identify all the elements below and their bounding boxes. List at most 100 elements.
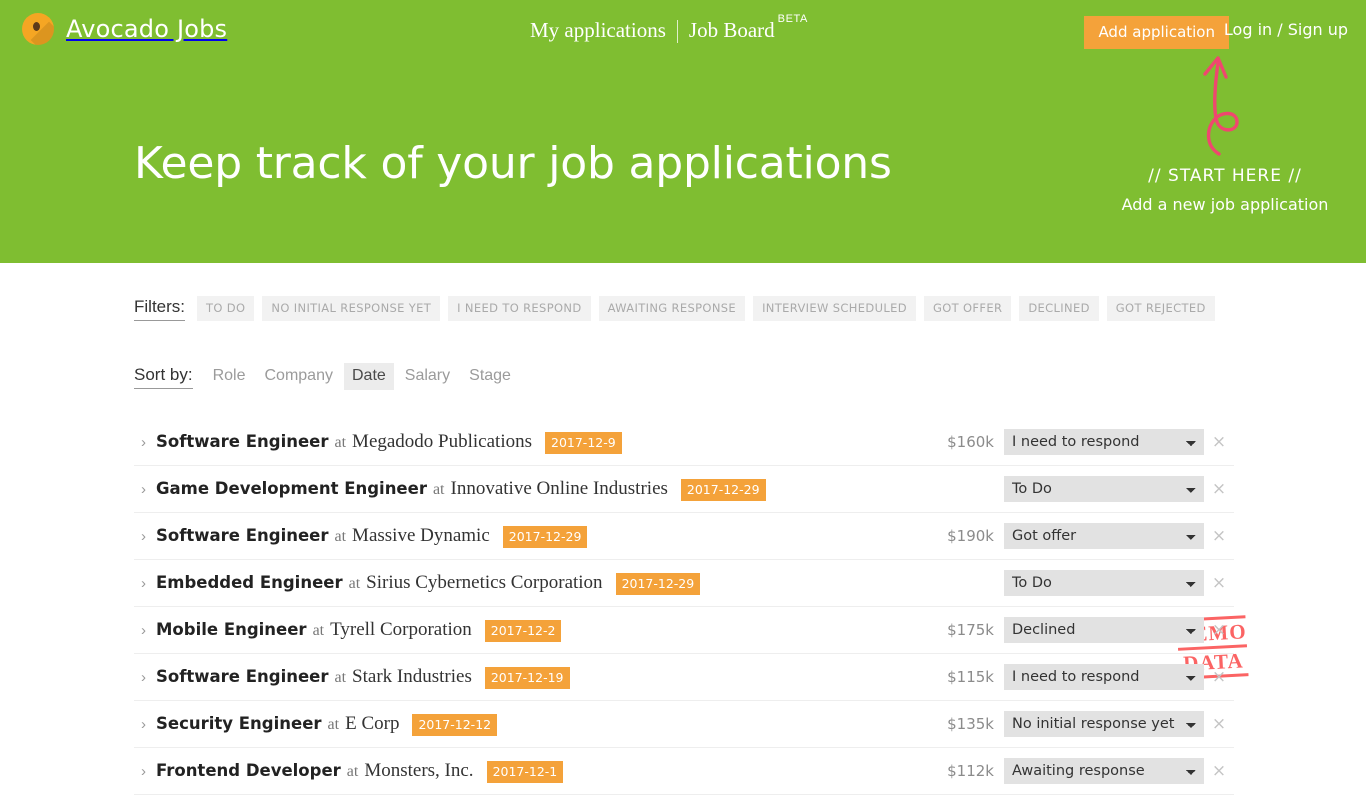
job-date-badge: 2017-12-9 [545,431,622,454]
job-date-badge: 2017-12-29 [502,525,588,548]
filter-chip[interactable]: GOT REJECTED [1106,296,1215,321]
filters-row: Filters: TO DO NO INITIAL RESPONSE YET I… [134,296,1223,321]
filter-chip[interactable]: DECLINED [1019,296,1099,321]
job-salary: $190k [947,527,994,545]
job-company: Tyrell Corporation [330,618,472,640]
job-summary[interactable]: Software Engineer at Megadodo Publications… [156,431,924,454]
job-summary[interactable]: Frontend Developer at Monsters, Inc. 2017-1… [156,760,924,783]
job-row: › Embedded Engineer at Sirius Cybernetics C… [134,560,1234,607]
job-summary[interactable]: Embedded Engineer at Sirius Cybernetics Co… [156,572,924,595]
job-salary: $115k [947,668,994,686]
brand-name: Avocado Jobs [66,15,228,43]
chevron-right-icon[interactable]: › [134,763,156,780]
sort-row: Sort by: Role Company Date Salary Stage [134,363,522,390]
job-at-word: at [334,668,347,686]
job-date-badge: 2017-12-29 [615,572,701,595]
filter-chip[interactable]: NO INITIAL RESPONSE YET [262,296,441,321]
sort-option-role[interactable]: Role [205,363,254,390]
job-at-word: at [327,715,340,733]
nav-divider [676,20,678,43]
job-summary[interactable]: Security Engineer at E Corp 2017-12-12 [156,713,924,736]
page-title: Keep track of your job applications [134,138,892,189]
filters-label: Filters: [134,297,185,321]
chevron-right-icon[interactable]: › [134,434,156,451]
job-company: Stark Industries [352,665,472,687]
close-icon[interactable]: × [1204,761,1234,781]
job-date-badge: 2017-12-2 [484,619,562,642]
job-row: › Software Engineer at Megadodo Publication… [134,419,1234,466]
chevron-right-icon[interactable]: › [134,575,156,592]
chevron-right-icon[interactable]: › [134,481,156,498]
filter-chip[interactable]: AWAITING RESPONSE [598,296,746,321]
sort-option-company[interactable]: Company [257,363,341,390]
job-date-badge: 2017-12-19 [484,666,570,689]
job-row: › Software Engineer at Massive Dynamic 2017-… [134,513,1234,560]
filter-chip[interactable]: GOT OFFER [923,296,1012,321]
filter-chip[interactable]: TO DO [197,296,255,321]
filter-chip[interactable]: INTERVIEW SCHEDULED [753,296,916,321]
nav-job-board[interactable]: Job Board BETA [688,13,808,43]
job-company: Massive Dynamic [352,524,490,546]
close-icon[interactable]: × [1204,526,1234,546]
close-icon[interactable]: × [1204,620,1234,640]
brand-logo-link[interactable]: Avocado Jobs [22,13,227,45]
close-icon[interactable]: × [1204,667,1234,687]
job-company: Monsters, Inc. [364,759,474,781]
job-company: Sirius Cybernetics Corporation [366,571,603,593]
job-status-select[interactable]: To DoNo initial response yetI need to re… [1004,711,1204,737]
sort-option-date[interactable]: Date [343,363,394,390]
job-status-select[interactable]: To DoNo initial response yetI need to re… [1004,664,1204,690]
job-summary[interactable]: Mobile Engineer at Tyrell Corporation 2017-… [156,619,924,642]
job-status-select[interactable]: To DoNo initial response yetI need to re… [1004,570,1204,596]
job-salary: $135k [947,715,994,733]
avocado-icon [22,13,54,45]
job-company: Megadodo Publications [352,430,532,452]
job-date-badge: 2017-12-29 [680,478,766,501]
chevron-right-icon[interactable]: › [134,622,156,639]
job-summary[interactable]: Software Engineer at Stark Industries 2017-… [156,666,924,689]
login-signup-link[interactable]: Log in / Sign up [1224,20,1348,39]
job-status-select[interactable]: To DoNo initial response yetI need to re… [1004,617,1204,643]
job-role: Software Engineer [156,666,329,686]
job-row: › Security Engineer at E Corp 2017-12-12 $135… [134,701,1234,748]
chevron-right-icon[interactable]: › [134,716,156,733]
job-row: › Software Engineer at Stark Industries 2017… [134,654,1234,701]
close-icon[interactable]: × [1204,573,1234,593]
chevron-right-icon[interactable]: › [134,669,156,686]
job-role: Software Engineer [156,525,329,545]
close-icon[interactable]: × [1204,479,1234,499]
nav-job-board-label: Job Board [688,18,775,42]
job-date-badge: 2017-12-1 [486,760,564,783]
job-applications-list: › Software Engineer at Megadodo Publication… [134,419,1234,795]
job-at-word: at [346,762,359,780]
job-status-select[interactable]: To DoNo initial response yetI need to re… [1004,429,1204,455]
job-at-word: at [432,480,445,498]
job-role: Security Engineer [156,713,322,733]
job-at-word: at [348,574,361,592]
sort-option-stage[interactable]: Stage [461,363,519,390]
job-row: › Mobile Engineer at Tyrell Corporation 2017… [134,607,1234,654]
job-salary: $175k [947,621,994,639]
job-role: Software Engineer [156,431,329,451]
job-role: Frontend Developer [156,760,341,780]
job-summary[interactable]: Software Engineer at Massive Dynamic 2017-1… [156,525,924,548]
job-salary: $112k [947,762,994,780]
add-application-button[interactable]: Add application [1084,16,1229,49]
job-status-select[interactable]: To DoNo initial response yetI need to re… [1004,476,1204,502]
job-row: › Game Development Engineer at Innovative O… [134,466,1234,513]
job-salary: $160k [947,433,994,451]
close-icon[interactable]: × [1204,432,1234,452]
job-at-word: at [334,433,347,451]
nav-my-applications[interactable]: My applications [530,18,666,43]
job-role: Game Development Engineer [156,478,427,498]
sort-option-salary[interactable]: Salary [397,363,458,390]
chevron-right-icon[interactable]: › [134,528,156,545]
sort-label: Sort by: [134,365,193,389]
close-icon[interactable]: × [1204,714,1234,734]
job-status-select[interactable]: To DoNo initial response yetI need to re… [1004,758,1204,784]
filter-chip[interactable]: I NEED TO RESPOND [448,296,591,321]
job-company: Innovative Online Industries [450,477,668,499]
job-summary[interactable]: Game Development Engineer at Innovative On… [156,478,924,501]
job-at-word: at [334,527,347,545]
job-status-select[interactable]: To DoNo initial response yetI need to re… [1004,523,1204,549]
